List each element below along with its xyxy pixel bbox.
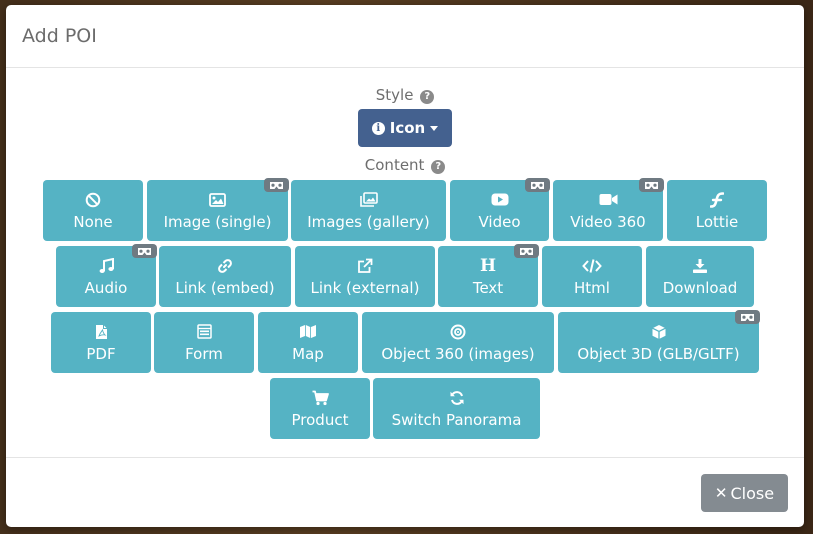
sync-icon — [449, 389, 465, 407]
cube-icon — [651, 323, 667, 341]
content-button-label: Lottie — [695, 212, 739, 231]
content-button-label: None — [73, 212, 113, 231]
lottie-icon — [710, 191, 724, 209]
image-icon — [209, 191, 226, 209]
style-label: Style — [375, 86, 414, 104]
content-button-download[interactable]: Download — [646, 246, 754, 307]
content-button-label: Text — [472, 278, 504, 297]
content-button-image-single[interactable]: Image (single) — [147, 178, 289, 241]
vr-cardboard-icon — [132, 244, 157, 258]
content-button-label: Image (single) — [163, 212, 272, 231]
music-icon — [99, 257, 114, 275]
images-icon — [359, 191, 378, 209]
content-button-audio[interactable]: Audio — [56, 244, 157, 307]
style-dropdown-button[interactable]: i Icon — [358, 109, 452, 147]
add-poi-modal: Add POI Style ? i Icon Content ? None Im… — [6, 5, 804, 527]
form-icon — [196, 323, 212, 341]
content-button-none[interactable]: None — [43, 180, 143, 241]
heading-icon: H — [479, 255, 497, 276]
content-button-video[interactable]: Video — [450, 178, 550, 241]
download-icon — [692, 257, 708, 275]
close-icon: ✕ — [714, 484, 728, 502]
content-button-link-external[interactable]: Link (external) — [295, 246, 435, 307]
content-button-label: Switch Panorama — [391, 410, 522, 429]
content-button-label: PDF — [86, 344, 116, 363]
video-camera-icon — [599, 191, 618, 209]
link-icon — [217, 257, 233, 275]
code-icon — [582, 257, 602, 275]
ban-icon — [85, 191, 101, 209]
content-button-images-gallery[interactable]: Images (gallery) — [291, 180, 446, 241]
modal-title: Add POI — [22, 25, 97, 47]
content-button-object-3d[interactable]: Object 3D (GLB/GLTF) — [558, 310, 760, 373]
content-button-map[interactable]: Map — [258, 312, 358, 373]
content-button-label: Object 360 (images) — [381, 344, 535, 363]
external-link-icon — [357, 257, 373, 275]
modal-header: Add POI — [6, 5, 804, 68]
close-button[interactable]: ✕ Close — [701, 474, 788, 512]
vr-cardboard-icon — [639, 178, 664, 192]
object-360-icon — [450, 323, 466, 341]
content-button-label: Link (embed) — [175, 278, 275, 297]
pdf-file-icon — [95, 323, 108, 341]
vr-cardboard-icon — [514, 244, 539, 258]
content-button-label: Link (external) — [310, 278, 420, 297]
close-button-label: Close — [730, 483, 775, 503]
content-button-label: Video — [478, 212, 521, 231]
modal-body: Style ? i Icon Content ? None Image (sin… — [6, 68, 804, 458]
content-button-video-360[interactable]: Video 360 — [553, 178, 664, 241]
youtube-icon — [491, 191, 509, 209]
content-button-product[interactable]: Product — [270, 378, 370, 439]
content-button-html[interactable]: Html — [542, 246, 642, 307]
content-button-lottie[interactable]: Lottie — [667, 180, 767, 241]
style-button-label: Icon — [389, 119, 426, 137]
content-button-text[interactable]: H Text — [438, 244, 539, 307]
content-button-label: Html — [574, 278, 610, 297]
content-button-object-360-images[interactable]: Object 360 (images) — [362, 312, 554, 373]
caret-down-icon — [430, 125, 439, 131]
cart-icon — [312, 389, 329, 407]
question-circle-icon[interactable]: ? — [431, 160, 446, 174]
map-icon — [299, 323, 317, 341]
content-button-label: Form — [185, 344, 223, 363]
content-button-label: Audio — [84, 278, 128, 297]
vr-cardboard-icon — [525, 178, 550, 192]
content-button-label: Map — [292, 344, 324, 363]
info-circle-icon: i — [371, 121, 385, 135]
content-label-row: Content ? — [6, 156, 804, 174]
vr-cardboard-icon — [735, 310, 760, 324]
content-button-form[interactable]: Form — [154, 312, 254, 373]
content-button-link-embed[interactable]: Link (embed) — [159, 246, 291, 307]
content-button-label: Product — [291, 410, 349, 429]
content-button-label: Images (gallery) — [307, 212, 430, 231]
content-button-pdf[interactable]: PDF — [51, 312, 151, 373]
question-circle-icon[interactable]: ? — [420, 90, 435, 104]
content-button-label: Object 3D (GLB/GLTF) — [577, 344, 740, 363]
vr-cardboard-icon — [264, 178, 289, 192]
content-button-switch-panorama[interactable]: Switch Panorama — [373, 378, 540, 439]
modal-footer: ✕ Close — [6, 457, 804, 527]
content-button-label: Download — [662, 278, 738, 297]
content-label: Content — [364, 156, 425, 174]
style-label-row: Style ? — [6, 86, 804, 104]
content-button-label: Video 360 — [570, 212, 646, 231]
